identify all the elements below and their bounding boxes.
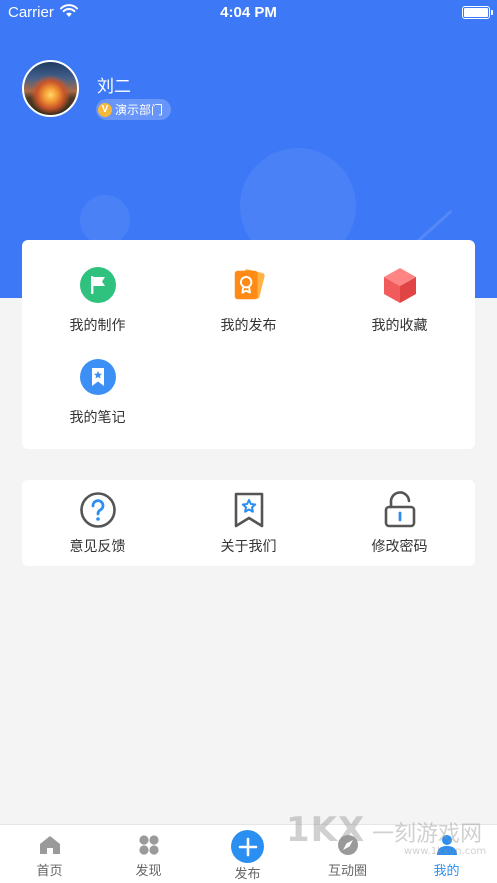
- certificate-cards-icon: [230, 266, 268, 304]
- settings-card: 意见反馈 关于我们 修改密码: [22, 480, 475, 566]
- department-label: 演示部门: [115, 103, 164, 117]
- menu-item-label: 我的笔记: [69, 410, 126, 426]
- watermark-mark: 1KX: [286, 810, 366, 850]
- avatar[interactable]: [22, 60, 79, 117]
- menu-item-label: 我的发布: [220, 318, 277, 334]
- menu-item-my-productions[interactable]: 我的制作: [22, 266, 173, 335]
- menu-item-my-publications[interactable]: 我的发布: [173, 266, 324, 335]
- tab-label: 互动圈: [327, 864, 367, 879]
- tab-discover[interactable]: 发现: [99, 825, 198, 883]
- status-bar: Carrier 4:04 PM: [0, 0, 497, 26]
- status-time: 4:04 PM: [220, 4, 277, 21]
- verified-icon: V: [98, 102, 112, 117]
- tab-label: 发现: [135, 864, 162, 879]
- menu-item-label: 我的收藏: [371, 318, 428, 334]
- plus-circle-icon: [231, 830, 264, 863]
- menu-item-label: 修改密码: [371, 539, 428, 555]
- menu-item-change-password[interactable]: 修改密码: [324, 491, 475, 556]
- menu-item-label: 关于我们: [220, 539, 277, 555]
- menu-item-feedback[interactable]: 意见反馈: [22, 491, 173, 556]
- tab-label: 我的: [433, 864, 460, 879]
- unlock-icon: [381, 491, 419, 529]
- menu-item-about-us[interactable]: 关于我们: [173, 491, 324, 556]
- watermark-text: 一刻游戏网: [372, 822, 483, 847]
- department-badge: V 演示部门: [96, 99, 172, 120]
- grid-clover-icon: [137, 833, 161, 857]
- menu-item-label: 我的制作: [69, 318, 126, 334]
- home-icon: [38, 833, 62, 857]
- tab-label: 首页: [36, 864, 63, 879]
- battery-icon: [462, 6, 493, 19]
- tab-label: 发布: [234, 867, 261, 882]
- bookmark-star-outline-icon: [230, 491, 268, 529]
- watermark-url: www.1kxun.com: [404, 846, 487, 857]
- flag-icon: [79, 266, 117, 304]
- menu-item-label: 意见反馈: [69, 539, 126, 555]
- decor-circle: [80, 195, 130, 245]
- tab-home[interactable]: 首页: [0, 825, 99, 883]
- cube-icon: [381, 266, 419, 304]
- menu-item-my-notes[interactable]: 我的笔记: [22, 358, 173, 427]
- site-watermark: 1KX 一刻游戏网 www.1kxun.com: [286, 810, 497, 860]
- menu-item-my-favorites[interactable]: 我的收藏: [324, 266, 475, 335]
- tab-publish[interactable]: 发布: [198, 825, 297, 883]
- bookmark-star-icon: [79, 358, 117, 396]
- functions-card: 我的制作 我的发布 我的收藏 我的笔记: [22, 240, 475, 449]
- question-circle-icon: [79, 491, 117, 529]
- user-name: 刘二: [97, 77, 131, 97]
